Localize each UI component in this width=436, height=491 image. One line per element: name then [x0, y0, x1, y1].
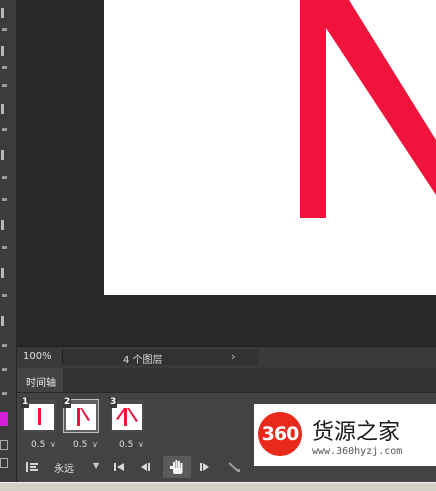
tool-icon[interactable]	[2, 128, 7, 131]
tool-icon[interactable]	[1, 220, 4, 230]
quick-mask-icon[interactable]	[0, 440, 8, 450]
timeline-tab-bar: 时间轴	[17, 368, 436, 393]
frame-delay[interactable]: 0.5	[73, 440, 87, 450]
frame-delay[interactable]: 0.5	[31, 440, 45, 450]
tool-icon[interactable]	[1, 316, 4, 326]
tool-icon[interactable]	[2, 84, 7, 87]
frame-delay[interactable]: 0.5	[119, 440, 133, 450]
first-frame-icon[interactable]	[109, 456, 129, 478]
tool-icon[interactable]	[2, 368, 7, 371]
document-canvas[interactable]	[104, 0, 436, 295]
frame-delay-arrow[interactable]: ∨	[50, 440, 56, 449]
tool-icon[interactable]	[2, 176, 7, 179]
previous-frame-icon[interactable]	[135, 456, 155, 478]
watermark-title: 货源之家	[312, 420, 401, 445]
watermark-logo: 360 货源之家 www.360hyzj.com	[254, 404, 436, 466]
animation-frame-3[interactable]: 3 0.5 ∨	[108, 397, 146, 452]
frame-delay-arrow[interactable]: ∨	[92, 440, 98, 449]
chevron-down-icon: ▼	[93, 461, 100, 470]
watermark-url: www.360hyzj.com	[312, 446, 403, 457]
hand-icon	[170, 460, 183, 474]
foreground-color-swatch[interactable]	[0, 412, 8, 426]
frame-number: 2	[63, 397, 72, 408]
watermark-badge: 360	[258, 412, 302, 456]
frame-number: 1	[21, 397, 30, 408]
loop-options-select[interactable]: 永远 ▼	[47, 456, 105, 478]
tab-timeline-label: 时间轴	[26, 378, 56, 389]
animation-frame-1[interactable]: 1 0.5 ∨	[20, 397, 58, 452]
tab-timeline[interactable]: 时间轴	[17, 368, 63, 392]
letter-n-artwork	[300, 0, 436, 218]
tool-icon[interactable]	[1, 268, 4, 278]
next-frame-icon[interactable]	[195, 456, 215, 478]
tool-icon[interactable]	[2, 66, 7, 69]
screen-mode-icon[interactable]	[0, 458, 8, 468]
tool-icon[interactable]	[1, 46, 4, 56]
animation-frame-2[interactable]: 2 0.5 ∨	[62, 397, 100, 452]
timeline-convert-icon[interactable]	[21, 456, 43, 478]
status-expand-arrow[interactable]: ›	[231, 350, 235, 363]
tool-icon[interactable]	[2, 392, 7, 395]
zoom-level[interactable]: 100%	[23, 351, 52, 362]
layer-count: 4 个图层	[123, 355, 163, 366]
tools-panel	[0, 0, 17, 490]
frame-number: 3	[109, 397, 118, 408]
tool-icon[interactable]	[1, 8, 4, 18]
tool-icon[interactable]	[2, 344, 7, 347]
tool-icon[interactable]	[2, 198, 7, 201]
tool-icon[interactable]	[1, 150, 4, 160]
tool-icon[interactable]	[1, 104, 4, 114]
tool-icon[interactable]	[2, 294, 7, 297]
tool-icon[interactable]	[2, 246, 7, 249]
tween-icon[interactable]	[223, 456, 245, 478]
frame-delay-arrow[interactable]: ∨	[138, 440, 144, 449]
loop-option-label: 永远	[54, 464, 74, 475]
hand-button[interactable]	[163, 456, 191, 478]
status-bar: 100% 4 个图层 ›	[17, 346, 436, 369]
tool-icon[interactable]	[2, 28, 7, 31]
